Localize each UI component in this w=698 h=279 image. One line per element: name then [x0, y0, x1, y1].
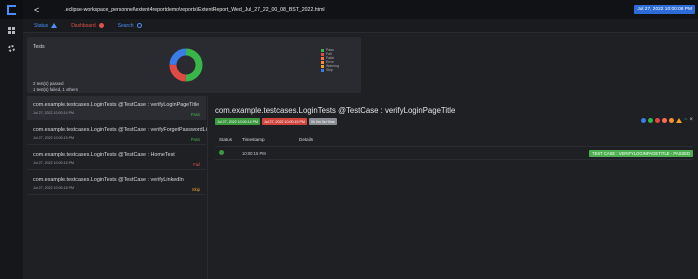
test-item[interactable]: com.example.testcases.LoginTests @TestCa… — [27, 96, 206, 120]
info-icon[interactable] — [640, 118, 646, 123]
start-time-badge: Jul 27, 2022 10:00:14 PM — [215, 118, 260, 125]
column-status: Status — [219, 137, 233, 142]
pass-icon[interactable] — [647, 118, 653, 123]
status-badge: Fail — [193, 162, 200, 167]
gear-icon[interactable] — [8, 45, 15, 52]
report-path: .eclipse-workspace_personnel\extent4repo… — [64, 6, 325, 13]
legend-skip: Skip — [321, 68, 339, 72]
wave-icon[interactable]: ~ — [684, 117, 688, 123]
test-name: com.example.testcases.LoginTests @TestCa… — [33, 177, 184, 183]
detail-badges: Jul 27, 2022 10:00:14 PM Jul 27, 2022 10… — [215, 118, 337, 125]
warning-icon[interactable] — [675, 118, 682, 123]
summary-counts: 2 test(s) passed 1 test(s) failed, 1 oth… — [33, 81, 78, 93]
test-item[interactable]: com.example.testcases.LoginTests @TestCa… — [27, 146, 206, 170]
check-icon — [219, 150, 224, 155]
log-time: 10:00:15 PM — [242, 151, 266, 156]
warning-icon — [51, 23, 58, 28]
log-table-row: 10:00:15 PM TEST CASE : VERIFYLOGINPAGET… — [215, 146, 693, 160]
report-date-badge: Jul 27, 2022 10:00:08 PM — [634, 5, 695, 14]
summary-title: Tests — [33, 44, 45, 50]
tests-donut-chart — [169, 48, 203, 82]
search-icon — [136, 23, 142, 28]
status-filter[interactable]: Status — [34, 22, 58, 29]
filter-bar: Status Dashboard Search — [23, 19, 698, 33]
test-name: com.example.testcases.LoginTests @TestCa… — [33, 102, 200, 108]
log-details-label: TEST CASE : VERIFYLOGINPAGETITLE - PASSE… — [589, 150, 693, 157]
failed-count-text: 1 test(s) failed, 1 others — [33, 87, 78, 92]
log-table-header: Status Timestamp Details — [215, 137, 693, 146]
search-link[interactable]: Search — [118, 23, 142, 29]
dashboard-link[interactable]: Dashboard — [71, 22, 104, 29]
test-list: com.example.testcases.LoginTests @TestCa… — [27, 96, 213, 279]
test-time: Jul 27, 2022 10:00:15 PM — [33, 136, 74, 140]
test-name: com.example.testcases.LoginTests @TestCa… — [33, 152, 175, 158]
test-time: Jul 27, 2022 10:00:16 PM — [33, 186, 74, 190]
status-badge: Pass — [190, 112, 200, 117]
status-badge: Skip — [191, 187, 200, 192]
test-time: Jul 27, 2022 10:00:14 PM — [33, 111, 74, 115]
test-item[interactable]: com.example.testcases.LoginTests @TestCa… — [27, 121, 213, 145]
dashboard-grid-icon[interactable] — [8, 27, 15, 34]
column-timestamp: Timestamp — [242, 137, 265, 142]
error-icon[interactable] — [668, 118, 674, 123]
dashboard-label: Dashboard — [71, 22, 96, 29]
test-name: com.example.testcases.LoginTests @TestCa… — [33, 127, 213, 133]
fatal-icon[interactable] — [661, 118, 667, 123]
fail-icon[interactable] — [654, 118, 660, 123]
column-details: Details — [299, 137, 314, 142]
status-badge: Pass — [190, 137, 200, 142]
status-filter-icons: ~ × — [640, 117, 693, 123]
end-time-badge: Jul 27, 2022 10:00:15 PM — [261, 118, 307, 125]
close-icon[interactable]: × — [689, 117, 693, 123]
detail-title: com.example.testcases.LoginTests @TestCa… — [215, 106, 456, 115]
back-button[interactable]: < — [34, 5, 39, 15]
extent-logo — [0, 0, 23, 19]
search-label: Search — [117, 22, 134, 29]
left-nav — [0, 19, 23, 279]
test-item[interactable]: com.example.testcases.LoginTests @TestCa… — [27, 171, 206, 195]
status-label: Status — [34, 22, 49, 29]
donut-legend: Pass Fail Fatal Error Warning Skip — [321, 48, 339, 72]
top-bar: < .eclipse-workspace_personnel\extent4re… — [0, 0, 698, 19]
bug-icon — [98, 23, 104, 28]
duration-badge: 0h 0m 0s+0ms — [308, 118, 337, 125]
test-detail-panel: com.example.testcases.LoginTests @TestCa… — [207, 96, 698, 279]
test-time: Jul 27, 2022 10:00:15 PM — [33, 161, 74, 165]
